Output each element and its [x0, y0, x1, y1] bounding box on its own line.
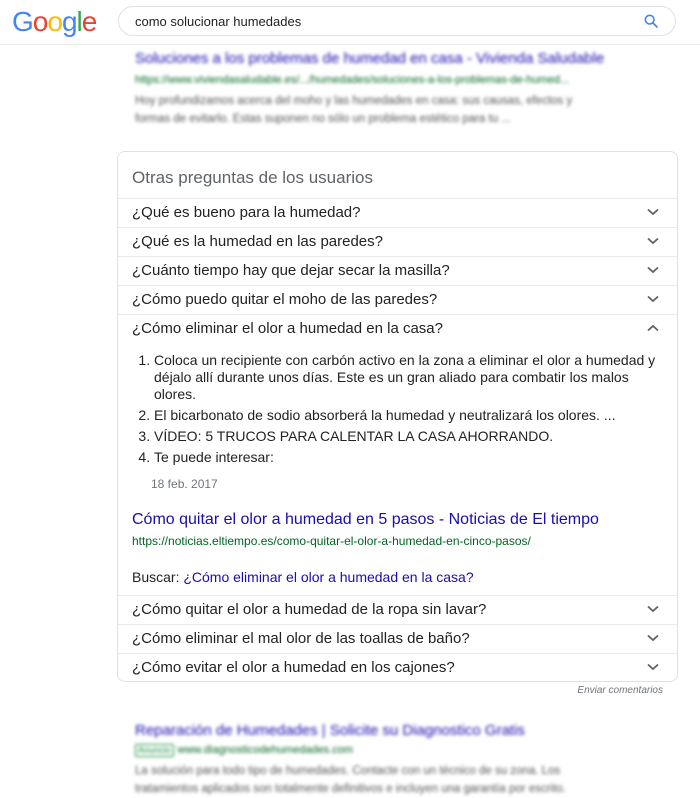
paa-question[interactable]: ¿Cómo quitar el olor a humedad de la rop… — [118, 595, 677, 624]
paa-question[interactable]: ¿Cómo evitar el olor a humedad en los ca… — [118, 653, 677, 682]
search-suggestion: Buscar: ¿Cómo eliminar el olor a humedad… — [132, 569, 474, 585]
chevron-down-icon — [647, 266, 659, 274]
logo-letter: o — [32, 6, 49, 37]
snippet-line: La solución para todo tipo de humedades.… — [135, 765, 561, 777]
chevron-down-icon — [647, 237, 659, 245]
paa-question-text: ¿Cómo evitar el olor a humedad en los ca… — [132, 659, 455, 676]
result-url-row: Anuncio www.diagnosticodehumedades.com — [135, 744, 353, 757]
source-url: https://noticias.eltiempo.es/como-quitar… — [132, 534, 531, 548]
result-url: www.diagnosticodehumedades.com — [177, 744, 354, 756]
paa-question[interactable]: ¿Cómo eliminar el mal olor de las toalla… — [118, 624, 677, 653]
paa-question[interactable]: ¿Cuánto tiempo hay que dejar secar la ma… — [118, 256, 677, 285]
paa-question-text: ¿Qué es bueno para la humedad? — [132, 204, 361, 221]
result-snippet: Hoy profundizamos acerca del moho y las … — [135, 92, 635, 128]
snippet-line: tratamientos aplicados son totalmente de… — [135, 783, 566, 795]
snippet-line: Hoy profundizamos acerca del moho y las … — [135, 95, 573, 107]
answer-item: Coloca un recipiente con carbón activo e… — [154, 352, 672, 403]
paa-question[interactable]: ¿Cómo puedo quitar el moho de las parede… — [118, 285, 677, 314]
ad-badge: Anuncio — [135, 744, 174, 757]
logo-letter: G — [12, 6, 34, 37]
logo-letter: e — [81, 6, 98, 37]
header: Google — [0, 0, 700, 45]
result-title[interactable]: Reparación de Humedades | Solicite su Di… — [135, 722, 525, 739]
answer-item: Te puede interesar: — [154, 449, 672, 466]
paa-question-text: ¿Cómo eliminar el olor a humedad en la c… — [132, 320, 443, 337]
chevron-down-icon — [647, 634, 659, 642]
result-snippet: La solución para todo tipo de humedades.… — [135, 762, 635, 798]
search-icon[interactable] — [643, 13, 659, 29]
answer-date: 18 feb. 2017 — [151, 477, 218, 491]
result-title[interactable]: Soluciones a los problemas de humedad en… — [135, 50, 604, 67]
search-box — [118, 6, 676, 36]
paa-question[interactable]: ¿Qué es la humedad en las paredes? — [118, 227, 677, 256]
answer-item: El bicarbonato de sodio absorberá la hum… — [154, 407, 672, 424]
paa-question-text: ¿Cuánto tiempo hay que dejar secar la ma… — [132, 262, 450, 279]
snippet-line: formas de evitarlo. Estas suponen no sól… — [135, 113, 511, 125]
google-logo[interactable]: Google — [12, 6, 98, 38]
search-input[interactable] — [135, 12, 615, 30]
chevron-down-icon — [647, 605, 659, 613]
logo-letter: g — [61, 6, 78, 37]
paa-heading: Otras preguntas de los usuarios — [132, 168, 373, 187]
paa-question[interactable]: ¿Qué es bueno para la humedad? — [118, 198, 677, 227]
paa-question-expanded[interactable]: ¿Cómo eliminar el olor a humedad en la c… — [118, 314, 677, 343]
search-suggestion-link[interactable]: ¿Cómo eliminar el olor a humedad en la c… — [183, 569, 473, 585]
people-also-ask: Otras preguntas de los usuarios ¿Qué es … — [117, 151, 678, 682]
paa-question-text: ¿Qué es la humedad en las paredes? — [132, 233, 383, 250]
answer-list: Coloca un recipiente con carbón activo e… — [132, 352, 672, 470]
feedback-link[interactable]: Enviar comentarios — [577, 685, 663, 696]
chevron-down-icon — [647, 663, 659, 671]
chevron-up-icon — [647, 324, 659, 332]
result-url: https://www.viviendasaludable.es/.../hum… — [135, 74, 570, 86]
paa-question-text: ¿Cómo eliminar el mal olor de las toalla… — [132, 630, 470, 647]
chevron-down-icon — [647, 295, 659, 303]
source-link[interactable]: Cómo quitar el olor a humedad en 5 pasos… — [132, 511, 599, 529]
paa-question-text: ¿Cómo quitar el olor a humedad de la rop… — [132, 601, 487, 618]
logo-letter: o — [47, 6, 63, 37]
paa-question-text: ¿Cómo puedo quitar el moho de las parede… — [132, 291, 438, 308]
chevron-down-icon — [647, 208, 659, 216]
answer-item: VÍDEO: 5 TRUCOS PARA CALENTAR LA CASA AH… — [154, 428, 672, 445]
search-suggestion-label: Buscar: — [132, 569, 180, 585]
